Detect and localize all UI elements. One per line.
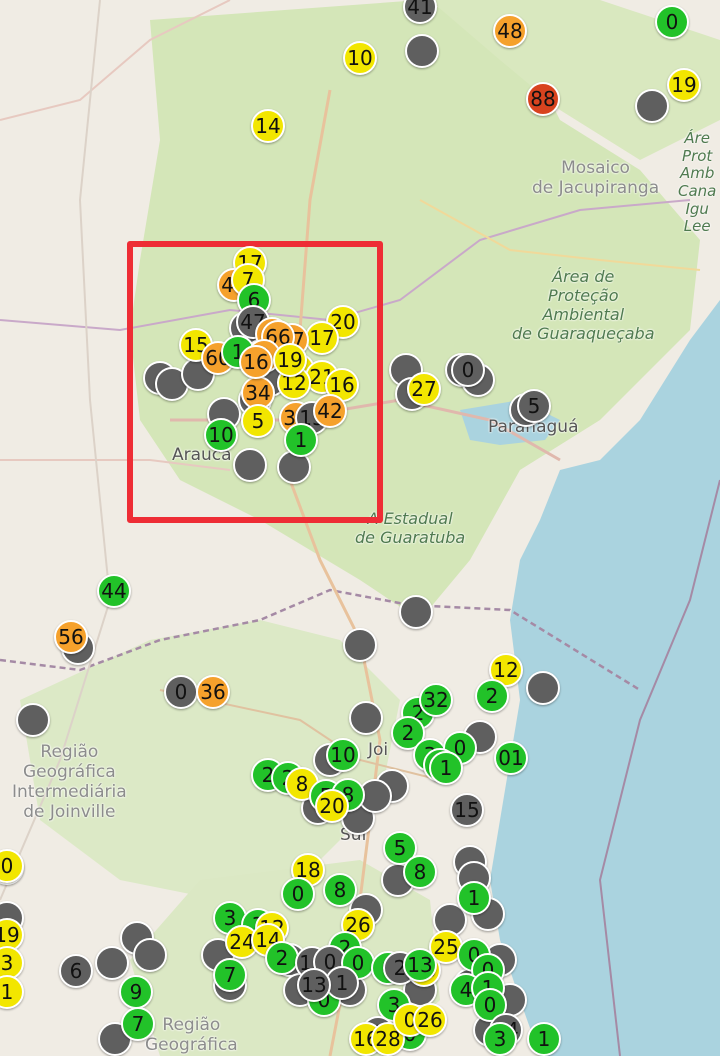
station-marker[interactable]: 2 [475, 679, 509, 713]
station-marker[interactable]: 16 [239, 345, 273, 379]
station-marker[interactable]: 1 [429, 751, 463, 785]
station-marker[interactable]: 17 [305, 321, 339, 355]
station-marker[interactable]: 10 [343, 41, 377, 75]
station-marker[interactable]: 7 [121, 1007, 155, 1041]
station-marker[interactable]: 10 [204, 418, 238, 452]
station-marker[interactable]: 01 [494, 741, 528, 775]
station-marker[interactable]: 8 [323, 873, 357, 907]
station-marker[interactable]: 15 [450, 793, 484, 827]
label-mosaico: Mosaico de Jacupiranga [532, 158, 660, 199]
station-marker[interactable]: 20 [315, 789, 349, 823]
station-marker[interactable]: 1 [527, 1022, 561, 1056]
station-marker[interactable]: 0 [655, 5, 689, 39]
station-marker[interactable]: 13 [297, 968, 331, 1002]
station-marker[interactable]: 27 [407, 372, 441, 406]
station-marker[interactable]: 2 [265, 941, 299, 975]
station-marker[interactable]: 19 [273, 343, 307, 377]
station-marker[interactable]: 0 [281, 877, 315, 911]
station-marker[interactable]: 14 [251, 109, 285, 143]
station-marker-empty[interactable] [349, 701, 383, 735]
station-marker[interactable]: 19 [667, 68, 701, 102]
label-area-protecao-right: Áre Prot Amb Cana Igu Lee [678, 129, 717, 236]
station-marker[interactable]: 5 [241, 404, 275, 438]
station-marker[interactable]: 32 [419, 683, 453, 717]
station-marker[interactable]: 10 [326, 738, 360, 772]
station-marker-empty[interactable] [95, 946, 129, 980]
station-marker[interactable]: 0 [164, 675, 198, 709]
station-marker[interactable]: 8 [403, 855, 437, 889]
label-regiao-joinville: Região Geográfica Intermediária de Joinv… [12, 742, 127, 823]
station-marker-empty[interactable] [233, 448, 267, 482]
label-regiao-bottom: Região Geográfica [145, 1015, 238, 1056]
station-marker[interactable]: 13 [403, 948, 437, 982]
station-marker[interactable]: 7 [213, 958, 247, 992]
label-joinville: Joi [368, 740, 389, 760]
station-marker-empty[interactable] [405, 34, 439, 68]
station-marker-empty[interactable] [343, 628, 377, 662]
station-marker-empty[interactable] [635, 89, 669, 123]
station-marker[interactable]: 44 [97, 574, 131, 608]
station-marker[interactable]: 1 [284, 423, 318, 457]
station-marker[interactable]: 0 [451, 353, 485, 387]
station-marker[interactable]: 5 [517, 389, 551, 423]
station-marker-empty[interactable] [133, 938, 167, 972]
station-marker[interactable]: 6 [59, 954, 93, 988]
station-marker[interactable]: 3 [483, 1022, 517, 1056]
station-marker-empty[interactable] [526, 671, 560, 705]
station-marker-empty[interactable] [399, 595, 433, 629]
station-marker[interactable]: 88 [526, 82, 560, 116]
station-marker[interactable]: 26 [413, 1003, 447, 1037]
station-marker[interactable]: 36 [196, 675, 230, 709]
station-marker[interactable]: 9 [119, 975, 153, 1009]
station-marker-empty[interactable] [16, 703, 50, 737]
label-guaraquecaba: Área de Proteção Ambiental de Guaraqueça… [512, 267, 655, 343]
map-canvas[interactable]: Mosaico de Jacupiranga Áre Prot Amb Cana… [0, 0, 720, 1056]
station-marker[interactable]: 42 [313, 394, 347, 428]
station-marker[interactable]: 1 [457, 881, 491, 915]
station-marker[interactable]: 48 [493, 14, 527, 48]
station-marker[interactable]: 56 [54, 620, 88, 654]
